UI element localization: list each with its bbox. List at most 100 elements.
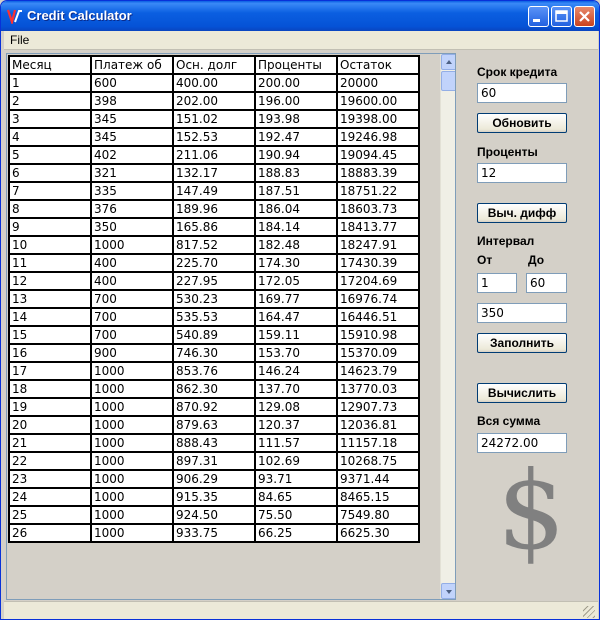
- table-cell[interactable]: 22: [8, 451, 92, 471]
- table-cell[interactable]: 189.96: [172, 199, 256, 219]
- table-cell[interactable]: 102.69: [254, 451, 338, 471]
- table-cell[interactable]: 172.05: [254, 271, 338, 291]
- table-cell[interactable]: 21: [8, 433, 92, 453]
- table-cell[interactable]: 400: [90, 271, 174, 291]
- table-cell[interactable]: 169.77: [254, 289, 338, 309]
- table-cell[interactable]: 19398.00: [336, 109, 420, 129]
- table-cell[interactable]: 200.00: [254, 73, 338, 93]
- maximize-button[interactable]: [551, 6, 572, 27]
- table-cell[interactable]: 15: [8, 325, 92, 345]
- table-cell[interactable]: 5: [8, 145, 92, 165]
- table-cell[interactable]: 186.04: [254, 199, 338, 219]
- table-row[interactable]: 6 321 132.17 188.83 18883.39: [8, 163, 420, 183]
- table-cell[interactable]: 1000: [90, 451, 174, 471]
- table-cell[interactable]: 11: [8, 253, 92, 273]
- table-cell[interactable]: 10: [8, 235, 92, 255]
- table-cell[interactable]: 23: [8, 469, 92, 489]
- table-cell[interactable]: 4: [8, 127, 92, 147]
- table-cell[interactable]: 402: [90, 145, 174, 165]
- table-cell[interactable]: 10268.75: [336, 451, 420, 471]
- table-cell[interactable]: 9371.44: [336, 469, 420, 489]
- refresh-button[interactable]: Обновить: [477, 113, 567, 133]
- table-cell[interactable]: 888.43: [172, 433, 256, 453]
- term-input[interactable]: 60: [477, 83, 567, 103]
- payment-grid[interactable]: Месяц Платеж об Осн. долг Проценты Остат…: [6, 53, 456, 600]
- table-cell[interactable]: 147.49: [172, 181, 256, 201]
- title-bar[interactable]: Credit Calculator: [1, 1, 599, 31]
- table-cell[interactable]: 1000: [90, 397, 174, 417]
- table-cell[interactable]: 193.98: [254, 109, 338, 129]
- table-row[interactable]: 18 1000 862.30 137.70 13770.03: [8, 379, 420, 399]
- table-cell[interactable]: 7549.80: [336, 505, 420, 525]
- table-cell[interactable]: 188.83: [254, 163, 338, 183]
- table-row[interactable]: 23 1000 906.29 93.71 9371.44: [8, 469, 420, 489]
- table-cell[interactable]: 933.75: [172, 523, 256, 543]
- table-cell[interactable]: 400: [90, 253, 174, 273]
- table-cell[interactable]: 165.86: [172, 217, 256, 237]
- table-cell[interactable]: 1000: [90, 487, 174, 507]
- table-cell[interactable]: 12907.73: [336, 397, 420, 417]
- table-cell[interactable]: 2: [8, 91, 92, 111]
- table-cell[interactable]: 376: [90, 199, 174, 219]
- table-cell[interactable]: 18: [8, 379, 92, 399]
- table-cell[interactable]: 6625.30: [336, 523, 420, 543]
- table-cell[interactable]: 18603.73: [336, 199, 420, 219]
- table-cell[interactable]: 535.53: [172, 307, 256, 327]
- scroll-thumb[interactable]: [441, 71, 455, 91]
- table-cell[interactable]: 8465.15: [336, 487, 420, 507]
- table-cell[interactable]: 184.14: [254, 217, 338, 237]
- table-cell[interactable]: 398: [90, 91, 174, 111]
- table-cell[interactable]: 924.50: [172, 505, 256, 525]
- table-cell[interactable]: 19094.45: [336, 145, 420, 165]
- table-cell[interactable]: 20000: [336, 73, 420, 93]
- table-cell[interactable]: 700: [90, 325, 174, 345]
- table-cell[interactable]: 66.25: [254, 523, 338, 543]
- table-cell[interactable]: 227.95: [172, 271, 256, 291]
- table-row[interactable]: 20 1000 879.63 120.37 12036.81: [8, 415, 420, 435]
- table-cell[interactable]: 196.00: [254, 91, 338, 111]
- table-cell[interactable]: 18413.77: [336, 217, 420, 237]
- calc-diff-button[interactable]: Выч. дифф: [477, 203, 567, 223]
- table-cell[interactable]: 335: [90, 181, 174, 201]
- table-cell[interactable]: 853.76: [172, 361, 256, 381]
- table-cell[interactable]: 25: [8, 505, 92, 525]
- table-row[interactable]: 24 1000 915.35 84.65 8465.15: [8, 487, 420, 507]
- table-cell[interactable]: 190.94: [254, 145, 338, 165]
- scroll-up-button[interactable]: [441, 54, 455, 70]
- table-cell[interactable]: 321: [90, 163, 174, 183]
- table-cell[interactable]: 120.37: [254, 415, 338, 435]
- table-cell[interactable]: 152.53: [172, 127, 256, 147]
- table-row[interactable]: 19 1000 870.92 129.08 12907.73: [8, 397, 420, 417]
- table-row[interactable]: 2 398 202.00 196.00 19600.00: [8, 91, 420, 111]
- table-row[interactable]: 22 1000 897.31 102.69 10268.75: [8, 451, 420, 471]
- table-cell[interactable]: 225.70: [172, 253, 256, 273]
- table-cell[interactable]: 6: [8, 163, 92, 183]
- table-cell[interactable]: 137.70: [254, 379, 338, 399]
- table-cell[interactable]: 93.71: [254, 469, 338, 489]
- table-cell[interactable]: 700: [90, 307, 174, 327]
- table-cell[interactable]: 153.70: [254, 343, 338, 363]
- table-cell[interactable]: 900: [90, 343, 174, 363]
- table-cell[interactable]: 1000: [90, 523, 174, 543]
- table-cell[interactable]: 17: [8, 361, 92, 381]
- table-cell[interactable]: 129.08: [254, 397, 338, 417]
- table-cell[interactable]: 16: [8, 343, 92, 363]
- table-cell[interactable]: 1000: [90, 361, 174, 381]
- table-row[interactable]: 25 1000 924.50 75.50 7549.80: [8, 505, 420, 525]
- table-cell[interactable]: 19600.00: [336, 91, 420, 111]
- table-cell[interactable]: 897.31: [172, 451, 256, 471]
- rate-input[interactable]: 12: [477, 163, 567, 183]
- table-cell[interactable]: 211.06: [172, 145, 256, 165]
- table-row[interactable]: 21 1000 888.43 111.57 11157.18: [8, 433, 420, 453]
- table-row[interactable]: 26 1000 933.75 66.25 6625.30: [8, 523, 420, 543]
- table-row[interactable]: 10 1000 817.52 182.48 18247.91: [8, 235, 420, 255]
- table-cell[interactable]: 12: [8, 271, 92, 291]
- table-cell[interactable]: 862.30: [172, 379, 256, 399]
- table-cell[interactable]: 11157.18: [336, 433, 420, 453]
- table-cell[interactable]: 915.35: [172, 487, 256, 507]
- table-cell[interactable]: 146.24: [254, 361, 338, 381]
- table-cell[interactable]: 879.63: [172, 415, 256, 435]
- table-cell[interactable]: 19246.98: [336, 127, 420, 147]
- table-cell[interactable]: 132.17: [172, 163, 256, 183]
- table-cell[interactable]: 17204.69: [336, 271, 420, 291]
